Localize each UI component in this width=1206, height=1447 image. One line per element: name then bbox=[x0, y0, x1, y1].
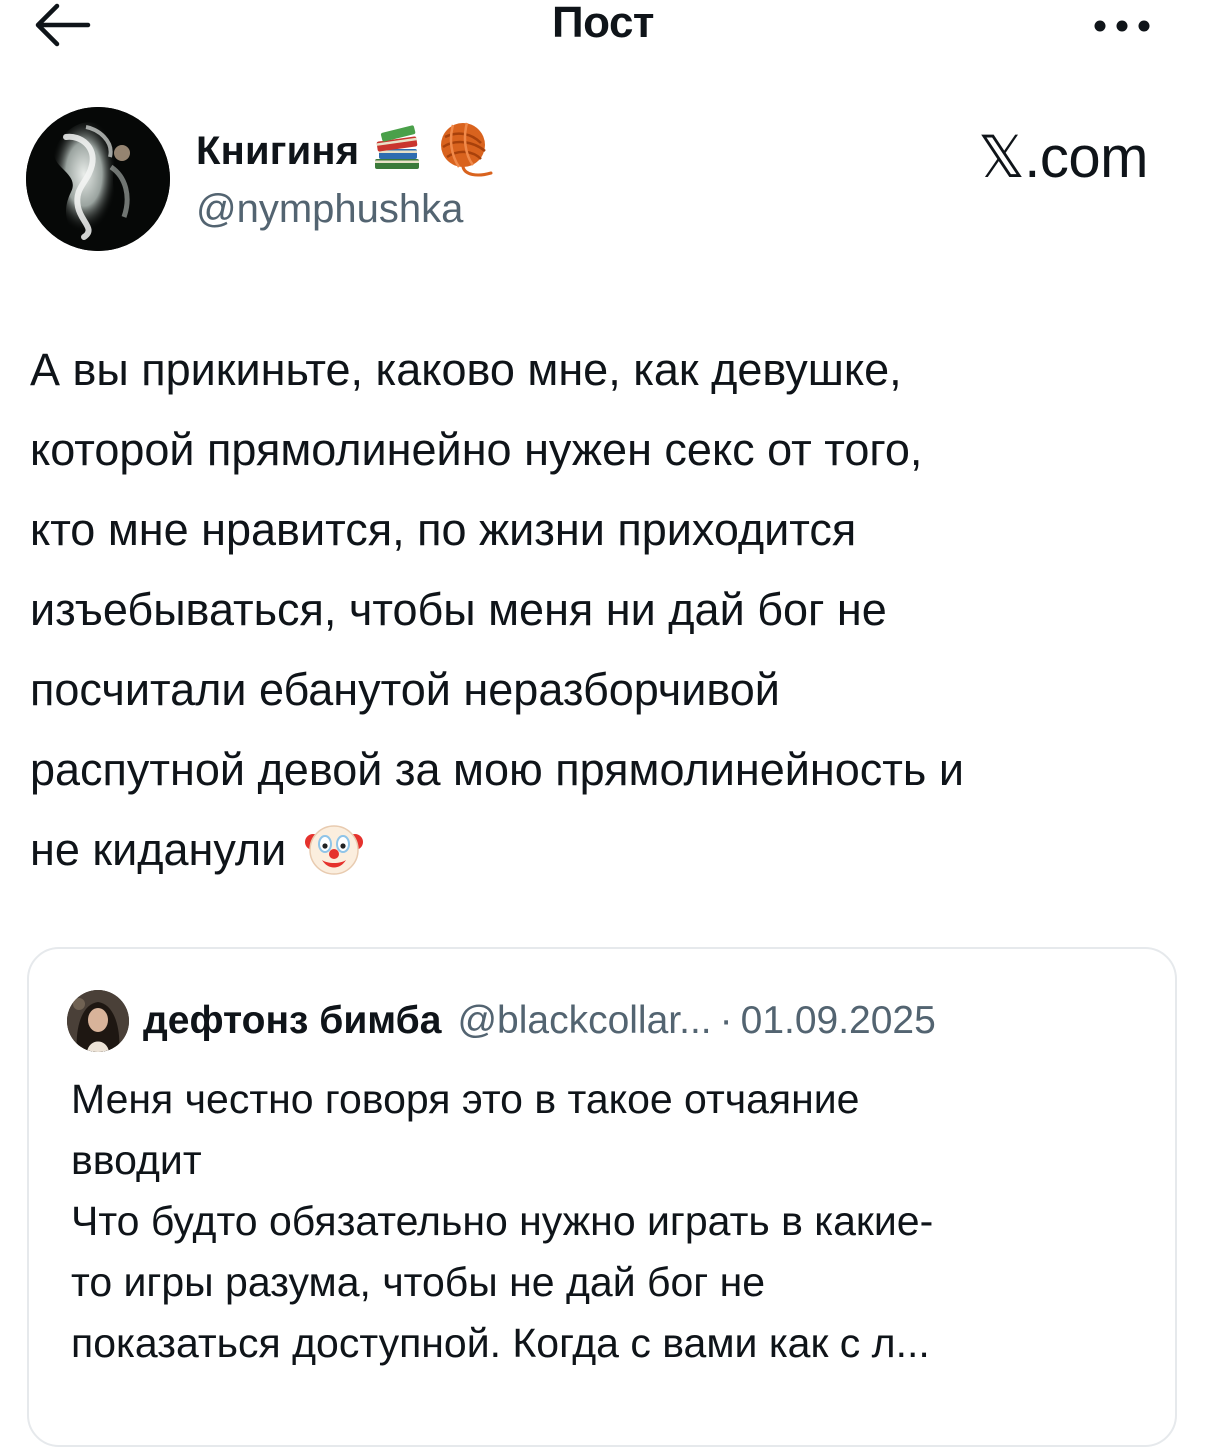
quote-line: показаться доступной. Когда с вами как с… bbox=[71, 1320, 930, 1366]
post-line: изъебываться, чтобы меня ни дай бог не bbox=[30, 584, 887, 635]
quote-date: 01.09.2025 bbox=[740, 999, 936, 1042]
post-line: которой прямолинейно нужен секс от того, bbox=[30, 424, 923, 475]
more-button[interactable] bbox=[1090, 4, 1154, 44]
post-text: А вы прикиньте, каково мне, как девушке,… bbox=[30, 330, 1180, 890]
quote-header: дефтонз бимба @blackcollar... · 01.09.20… bbox=[67, 989, 936, 1053]
quote-line: то игры разума, чтобы не дай бог не bbox=[71, 1259, 766, 1305]
author-handle[interactable]: @nymphushka bbox=[196, 187, 463, 232]
post-author: Книгиня @nymphushka 𝕏.com bbox=[26, 107, 1176, 257]
clown-face-emoji-icon bbox=[304, 820, 364, 880]
yarn-emoji-icon bbox=[435, 119, 495, 184]
avatar-image bbox=[26, 107, 170, 251]
post-line: А вы прикиньте, каково мне, как девушке, bbox=[30, 344, 902, 395]
display-name: Книгиня bbox=[196, 128, 360, 173]
page-title: Пост bbox=[552, 0, 654, 47]
quote-author-name: дефтонз бимба bbox=[143, 999, 442, 1042]
post-line: кто мне нравится, по жизни приходится bbox=[30, 504, 857, 555]
display-name-row[interactable]: Книгиня bbox=[196, 122, 495, 179]
quote-text: Меня честно говоря это в такое отчаяние … bbox=[71, 1069, 1151, 1374]
quote-separator: · bbox=[719, 999, 733, 1042]
post-line: посчитали ебанутой неразборчивой bbox=[30, 664, 780, 715]
top-bar: Пост bbox=[0, 0, 1206, 60]
more-horizontal-icon bbox=[1094, 20, 1150, 32]
quote-avatar-image bbox=[67, 990, 129, 1052]
xcom-watermark: 𝕏.com bbox=[978, 125, 1148, 190]
quote-author-handle: @blackcollar... bbox=[457, 999, 712, 1042]
quote-line: Меня честно говоря это в такое отчаяние bbox=[71, 1076, 860, 1122]
avatar[interactable] bbox=[26, 107, 170, 251]
post-last-line: не киданули bbox=[30, 810, 1180, 890]
post-line: распутной девой за мою прямолинейность и bbox=[30, 744, 964, 795]
quoted-post[interactable]: дефтонз бимба @blackcollar... · 01.09.20… bbox=[27, 947, 1177, 1447]
post-line: не киданули bbox=[30, 824, 287, 875]
quote-avatar[interactable] bbox=[67, 990, 129, 1052]
quote-line: вводит bbox=[71, 1137, 202, 1183]
books-emoji-icon bbox=[371, 124, 423, 178]
quote-line: Что будто обязательно нужно играть в как… bbox=[71, 1198, 934, 1244]
